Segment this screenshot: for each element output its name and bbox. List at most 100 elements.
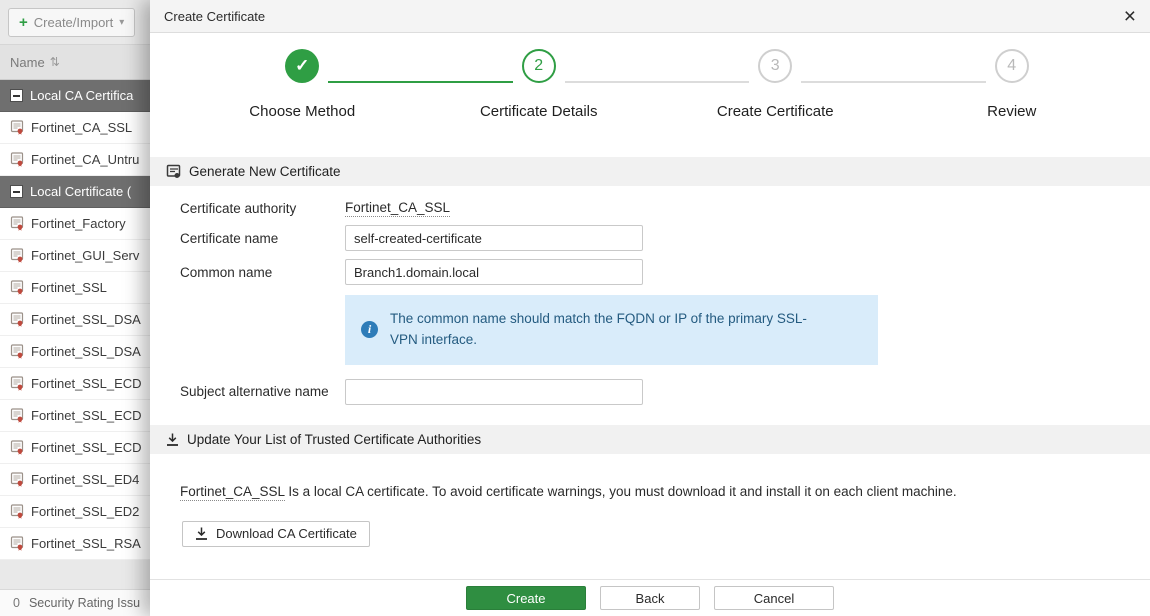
certificate-icon <box>10 312 24 327</box>
cert-row[interactable]: Fortinet_SSL_ED4 <box>0 464 170 496</box>
info-message-box: i The common name should match the FQDN … <box>345 295 878 365</box>
cert-name: Local Certificate ( <box>30 184 131 199</box>
cert-row[interactable]: Fortinet_SSL_ED2 <box>0 496 170 528</box>
name-column-label: Name <box>10 55 45 70</box>
cert-name: Fortinet_CA_Untru <box>31 152 139 167</box>
collapse-icon[interactable] <box>10 185 23 198</box>
download-ca-certificate-button[interactable]: Download CA Certificate <box>182 521 370 547</box>
security-rating-label[interactable]: Security Rating Issu <box>29 596 140 610</box>
cert-row[interactable]: Fortinet_SSL_ECD <box>0 432 170 464</box>
step-label: Certificate Details <box>480 103 598 120</box>
common-name-input[interactable] <box>345 259 643 285</box>
certificate-name-label: Certificate name <box>180 231 345 246</box>
generate-section-header: Generate New Certificate <box>150 157 1150 186</box>
cert-name: Fortinet_SSL_ED2 <box>31 504 139 519</box>
certificate-icon <box>10 120 24 135</box>
wizard-stepper: ✓ Choose Method 2 Certificate Details 3 … <box>150 33 1150 157</box>
check-icon: ✓ <box>295 56 309 76</box>
cert-row[interactable]: Fortinet_Factory <box>0 208 170 240</box>
cert-row[interactable]: Fortinet_CA_Untru <box>0 144 170 176</box>
common-name-row: Common name <box>180 259 1150 285</box>
sidebar-toolbar: + Create/Import ▾ <box>0 0 170 44</box>
certificate-icon <box>10 440 24 455</box>
cancel-button[interactable]: Cancel <box>714 586 834 610</box>
close-icon[interactable]: × <box>1124 6 1136 27</box>
subject-alt-name-input[interactable] <box>345 379 643 405</box>
modal-title: Create Certificate <box>164 9 1124 24</box>
download-button-label: Download CA Certificate <box>216 526 357 541</box>
step-circle-current: 2 <box>522 49 556 83</box>
create-button[interactable]: Create <box>466 586 586 610</box>
cert-row[interactable]: Fortinet_SSL_DSA <box>0 336 170 368</box>
step-create-certificate: 3 Create Certificate <box>657 49 894 157</box>
cert-name: Fortinet_CA_SSL <box>31 120 132 135</box>
step-label: Choose Method <box>249 103 355 120</box>
cert-table-body: Local CA Certifica Fortinet_CA_SSL Fortine… <box>0 80 170 560</box>
certificate-authority-value[interactable]: Fortinet_CA_SSL <box>345 200 450 217</box>
certificate-icon <box>10 152 24 167</box>
ca-name-link[interactable]: Fortinet_CA_SSL <box>180 484 285 501</box>
step-label: Create Certificate <box>717 103 834 120</box>
certificate-icon <box>10 504 24 519</box>
cert-row[interactable]: Fortinet_SSL_ECD <box>0 368 170 400</box>
cert-name: Fortinet_GUI_Serv <box>31 248 139 263</box>
cert-name: Fortinet_SSL <box>31 280 107 295</box>
certificate-icon <box>166 164 181 179</box>
download-icon <box>195 527 208 540</box>
collapse-icon[interactable] <box>10 89 23 102</box>
cert-name: Fortinet_SSL_ECD <box>31 408 142 423</box>
cert-group-row[interactable]: Local CA Certifica <box>0 80 170 112</box>
create-import-label: Create/Import <box>34 15 113 30</box>
create-import-button[interactable]: + Create/Import ▾ <box>8 8 135 37</box>
security-rating-count: 0 <box>13 596 20 610</box>
certificate-icon <box>10 280 24 295</box>
certificate-icon <box>10 248 24 263</box>
sort-icon[interactable]: ⇅ <box>50 55 60 69</box>
cert-name: Fortinet_SSL_ECD <box>31 376 142 391</box>
step-review: 4 Review <box>894 49 1131 157</box>
modal-header: Create Certificate × <box>150 0 1150 33</box>
step-certificate-details: 2 Certificate Details <box>421 49 658 157</box>
ca-download-note: Fortinet_CA_SSL Is a local CA certificat… <box>180 484 1134 499</box>
cert-name: Local CA Certifica <box>30 88 133 103</box>
cert-row[interactable]: Fortinet_SSL_DSA <box>0 304 170 336</box>
name-column-header[interactable]: Name ⇅ <box>0 44 170 80</box>
step-circle-todo: 3 <box>758 49 792 83</box>
cert-group-row[interactable]: Local Certificate ( <box>0 176 170 208</box>
common-name-label: Common name <box>180 265 345 280</box>
step-circle-done: ✓ <box>285 49 319 83</box>
back-button[interactable]: Back <box>600 586 700 610</box>
update-section-title: Update Your List of Trusted Certificate … <box>187 432 481 447</box>
modal-footer: Create Back Cancel <box>150 579 1150 616</box>
subject-alt-name-label: Subject alternative name <box>180 384 345 399</box>
certificate-icon <box>10 216 24 231</box>
certificate-icon <box>10 536 24 551</box>
status-bar: 0 Security Rating Issu <box>0 589 170 616</box>
cert-name: Fortinet_Factory <box>31 216 126 231</box>
certificate-name-input[interactable] <box>345 225 643 251</box>
generate-section-title: Generate New Certificate <box>189 164 341 179</box>
plus-icon: + <box>19 15 28 30</box>
modal-body: ✓ Choose Method 2 Certificate Details 3 … <box>150 33 1150 579</box>
cert-name: Fortinet_SSL_RSA <box>31 536 141 551</box>
cert-row[interactable]: Fortinet_GUI_Serv <box>0 240 170 272</box>
cert-row[interactable]: Fortinet_CA_SSL <box>0 112 170 144</box>
download-icon <box>166 433 179 446</box>
update-section-header: Update Your List of Trusted Certificate … <box>150 425 1150 454</box>
cert-row[interactable]: Fortinet_SSL <box>0 272 170 304</box>
subject-alt-name-row: Subject alternative name <box>180 379 1150 405</box>
certificate-icon <box>10 472 24 487</box>
cert-row[interactable]: Fortinet_SSL_RSA <box>0 528 170 560</box>
info-icon: i <box>361 321 378 338</box>
ca-download-note-text: Is a local CA certificate. To avoid cert… <box>285 484 957 499</box>
certificate-authority-label: Certificate authority <box>180 201 345 216</box>
cert-name: Fortinet_SSL_DSA <box>31 344 141 359</box>
certificates-panel: + Create/Import ▾ Name ⇅ Local CA Certif… <box>0 0 170 616</box>
cert-row[interactable]: Fortinet_SSL_ECD <box>0 400 170 432</box>
step-circle-todo: 4 <box>995 49 1029 83</box>
certificate-icon <box>10 408 24 423</box>
certificate-authority-row: Certificate authority Fortinet_CA_SSL <box>180 200 1150 217</box>
info-message-text: The common name should match the FQDN or… <box>390 309 810 351</box>
certificate-name-row: Certificate name <box>180 225 1150 251</box>
create-certificate-modal: Create Certificate × ✓ Choose Method 2 C… <box>150 0 1150 616</box>
